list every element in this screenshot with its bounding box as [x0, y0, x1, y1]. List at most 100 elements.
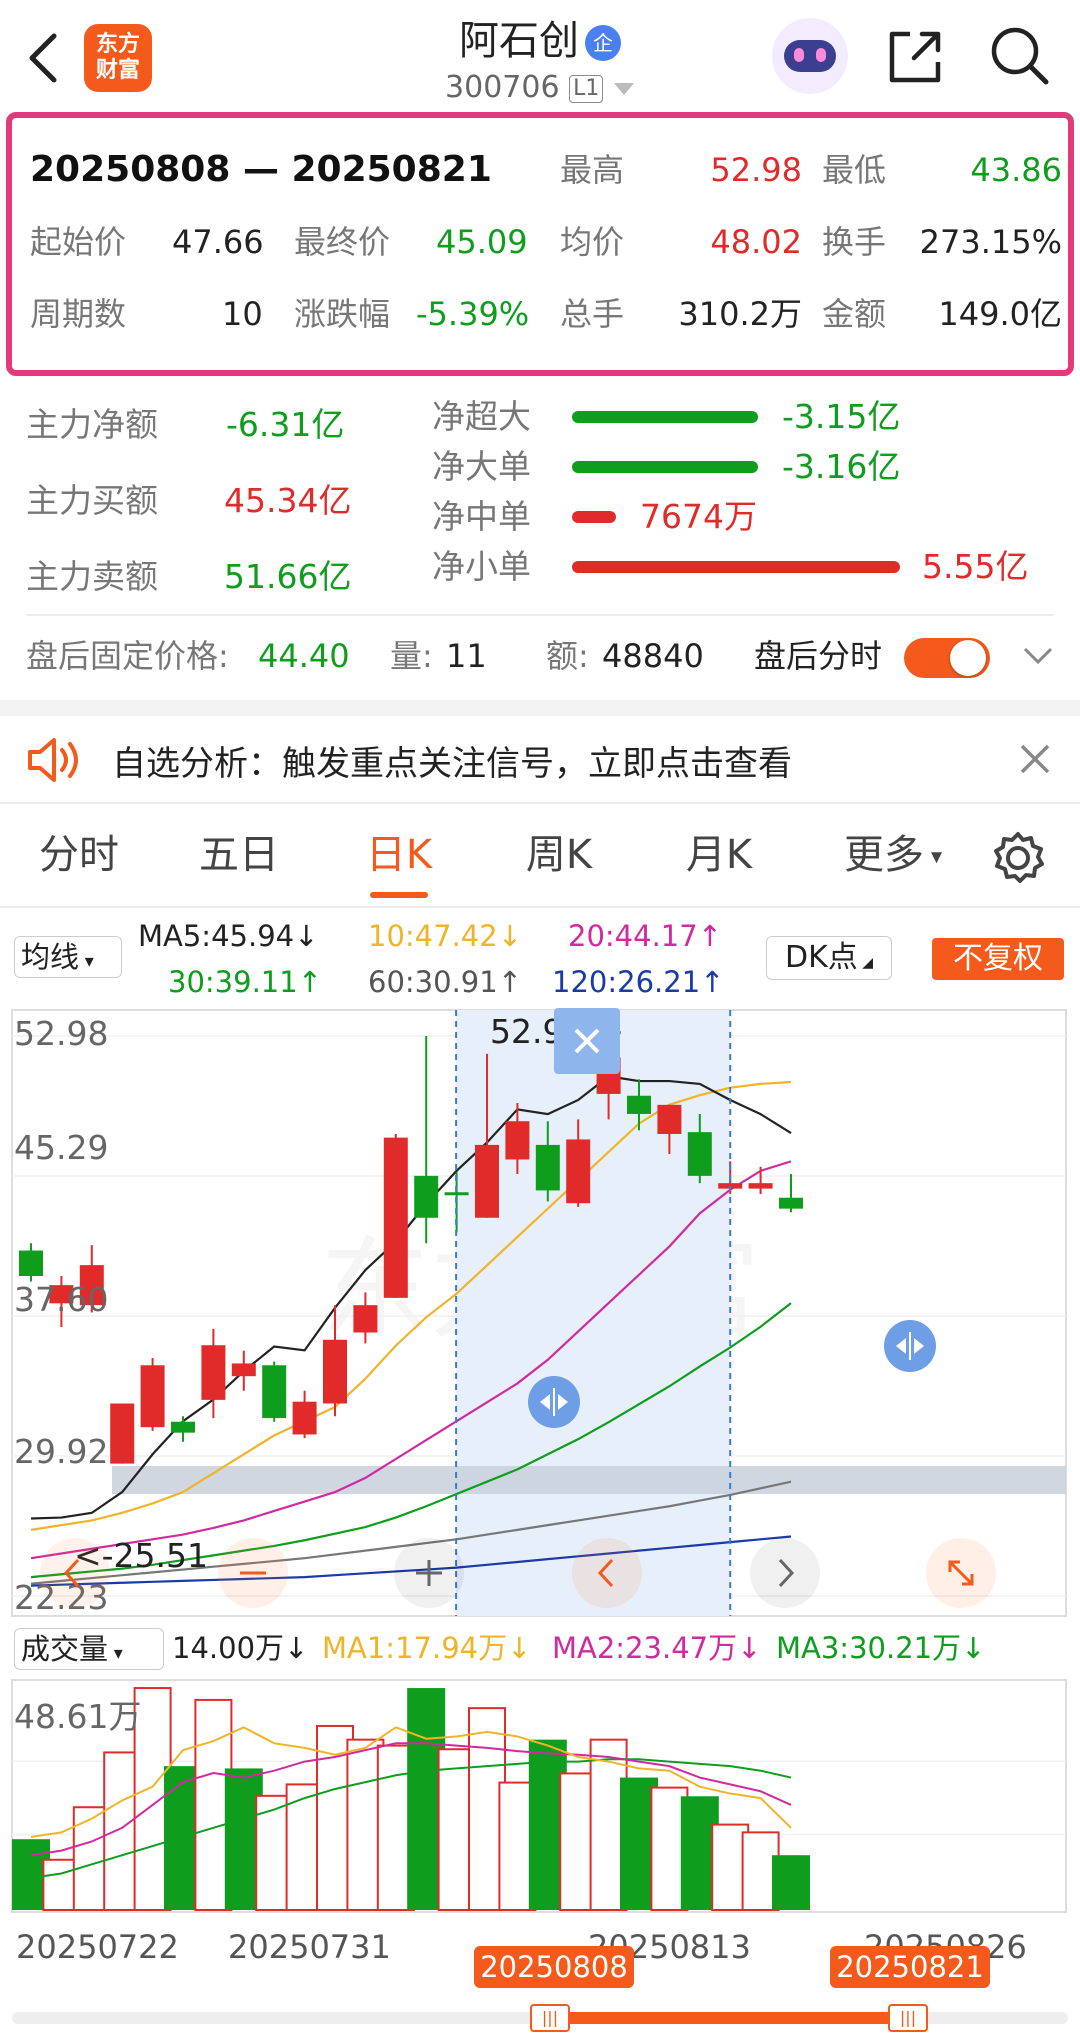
candle-body	[353, 1305, 378, 1333]
tab-intraday[interactable]: 分时	[14, 822, 144, 880]
candle-body	[748, 1183, 773, 1189]
candle-body	[414, 1175, 439, 1218]
ma60-value: 60:30.91↑	[368, 965, 522, 999]
candle-body	[231, 1363, 256, 1377]
fullscreen-button[interactable]	[926, 1538, 996, 1608]
range-slider-left-handle[interactable]: |||	[530, 2004, 570, 2032]
minus-icon	[240, 1571, 266, 1575]
start-price-value: 47.66	[172, 223, 264, 261]
drag-arrows-icon	[540, 1388, 568, 1416]
candle-body	[19, 1250, 43, 1277]
main-sell-value: 51.66亿	[224, 557, 352, 596]
candle-body	[779, 1197, 803, 1209]
divider	[26, 614, 1054, 616]
active-tab-indicator	[370, 892, 428, 898]
volume-axis-max: 48.61万	[14, 1697, 142, 1736]
chevron-down-icon[interactable]	[1022, 646, 1054, 666]
plus-icon	[416, 1560, 442, 1586]
level-badge: L1	[569, 74, 604, 103]
after-hours-vol-label: 量:	[390, 637, 433, 675]
tab-five-day[interactable]: 五日	[174, 822, 304, 880]
range-end-date-badge: 20250821	[830, 1946, 990, 1988]
selected-range-highlight	[456, 1010, 731, 1616]
zoom-in-button[interactable]	[394, 1538, 464, 1608]
after-hours-toggle[interactable]	[904, 638, 990, 678]
section-gap	[0, 700, 1080, 716]
candle-body	[505, 1121, 530, 1160]
search-icon[interactable]	[988, 24, 1052, 88]
change-label: 涨跌幅	[294, 295, 391, 333]
volume-chart[interactable]	[0, 1678, 1080, 1916]
volume-bar	[772, 1855, 810, 1910]
total-volume-label: 总手	[560, 295, 625, 333]
range-handle-left[interactable]	[528, 1376, 580, 1428]
total-volume-value: 310.2万	[678, 295, 802, 333]
zoom-out-button[interactable]	[218, 1538, 288, 1608]
dk-point-button[interactable]: DK点 ◢	[766, 936, 892, 980]
chevron-right-icon	[778, 1558, 795, 1588]
medium-label: 净中单	[432, 497, 531, 536]
candle-body	[535, 1144, 560, 1191]
main-buy-value: 45.34亿	[224, 481, 352, 520]
no-adjust-button[interactable]: 不复权	[932, 938, 1064, 980]
vol-ma3-value: MA3:30.21万↓	[776, 1631, 986, 1665]
ma120-value: 120:26.21↑	[552, 965, 725, 999]
candle-body	[201, 1345, 226, 1400]
medium-bar	[572, 511, 616, 523]
scroll-right-button[interactable]	[750, 1538, 820, 1608]
change-value: -5.39%	[416, 295, 530, 333]
period-count-label: 周期数	[30, 295, 127, 333]
date-label: 20250731	[228, 1928, 391, 1966]
candle-body	[444, 1192, 469, 1196]
dropdown-triangle-icon	[613, 82, 634, 95]
notice-bar[interactable]: 自选分析：触发重点关注信号，立即点击查看	[0, 716, 1080, 802]
candle-body	[566, 1139, 591, 1204]
after-hours-toggle-label: 盘后分时	[754, 637, 883, 675]
enterprise-badge: 企	[585, 25, 621, 61]
period-count-value: 10	[222, 295, 263, 333]
volume-selector[interactable]: 成交量 ▾	[14, 1628, 164, 1670]
vol-ma1-value: MA1:17.94万↓	[322, 1631, 532, 1665]
scroll-back-button[interactable]	[40, 1538, 110, 1608]
range-slider-fill	[532, 2012, 908, 2024]
scroll-left-button[interactable]	[572, 1538, 642, 1608]
after-hours-amt-value: 48840	[602, 637, 704, 675]
kline-chart[interactable]: 东方财富	[0, 1008, 1080, 1620]
close-range-button[interactable]	[554, 1008, 620, 1074]
tab-more[interactable]: 更多 ▾	[818, 822, 968, 880]
super-large-label: 净超大	[432, 397, 531, 436]
share-icon[interactable]	[884, 26, 946, 88]
tab-weekly-k[interactable]: 周K	[494, 822, 624, 880]
candle-body	[323, 1339, 347, 1404]
header: 东方 财富 阿石创企 300706 L1	[0, 0, 1080, 110]
range-start-date-badge: 20250808	[474, 1946, 634, 1988]
after-hours-price-value: 44.40	[258, 637, 350, 675]
after-hours-amt-label: 额:	[546, 637, 589, 675]
close-icon	[574, 1028, 600, 1054]
robot-assistant-icon[interactable]	[772, 18, 848, 94]
large-bar	[572, 461, 758, 473]
range-slider-right-handle[interactable]: |||	[888, 2004, 928, 2032]
main-net-label: 主力净额	[26, 405, 158, 444]
turnover-value: 273.15%	[919, 223, 1062, 261]
notice-text: 自选分析：触发重点关注信号，立即点击查看	[112, 744, 792, 784]
range-handle-right[interactable]	[884, 1320, 936, 1372]
end-price-value: 45.09	[436, 223, 528, 261]
large-label: 净大单	[432, 447, 531, 486]
tab-monthly-k[interactable]: 月K	[654, 822, 784, 880]
amount-label: 金额	[822, 295, 887, 333]
tab-daily-k[interactable]: 日K	[334, 822, 464, 880]
candle-body	[687, 1132, 712, 1176]
super-large-bar	[572, 411, 758, 423]
close-icon[interactable]	[1018, 742, 1052, 776]
divider	[0, 802, 1080, 804]
gear-icon[interactable]	[990, 830, 1046, 886]
ma20-value: 20:44.17↑	[568, 919, 722, 953]
indicator-selector[interactable]: 均线 ▾	[14, 936, 122, 978]
ma5-value: MA5:45.94↓	[138, 919, 319, 953]
candle-body	[171, 1421, 195, 1433]
date-label: 20250722	[16, 1928, 179, 1966]
after-hours-price-label: 盘后固定价格:	[26, 637, 229, 675]
capital-flow-panel[interactable]: 主力净额 -6.31亿 主力买额 45.34亿 主力卖额 51.66亿 净超大 …	[0, 392, 1080, 612]
end-price-label: 最终价	[294, 223, 391, 261]
